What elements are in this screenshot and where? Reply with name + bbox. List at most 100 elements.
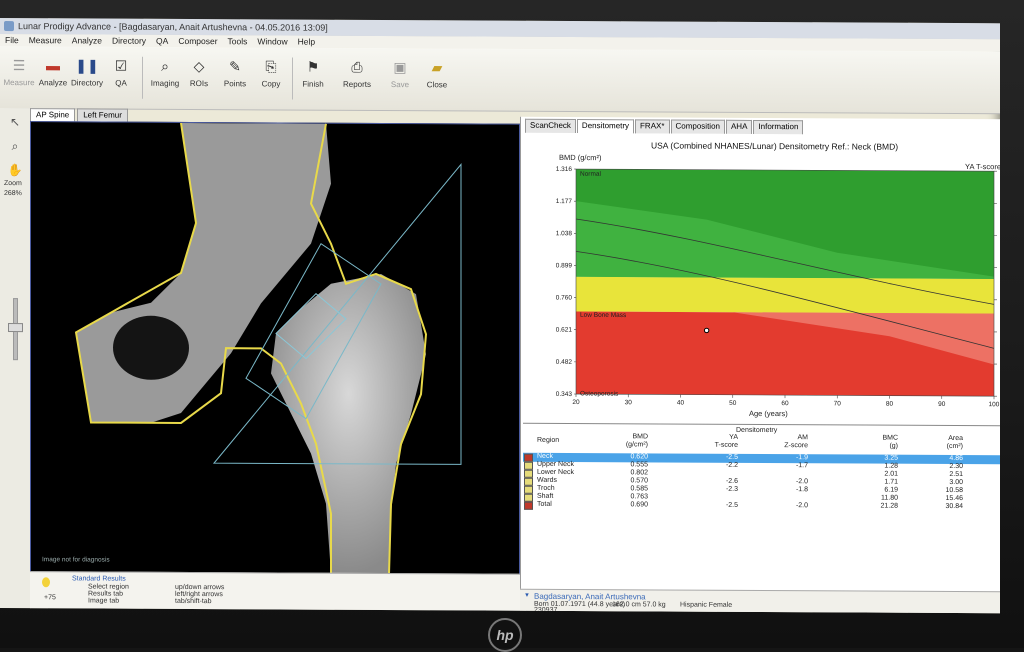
finish-button[interactable]: ⚑Finish	[296, 52, 330, 106]
zoom-tool-icon[interactable]: ⌕	[5, 136, 25, 156]
patient-height-weight: 162.0 cm 57.0 kg	[612, 601, 666, 608]
table-divider	[523, 423, 1000, 427]
printer-icon: ⎙	[348, 58, 366, 76]
patient-data-point	[704, 328, 708, 332]
toolbar: ☰Measure ▬Analyze ❚❚Directory ☑QA ⌕Imagi…	[0, 46, 1000, 114]
directory-button[interactable]: ❚❚Directory	[70, 50, 104, 104]
area-cell: 2.30	[949, 463, 963, 470]
x-axis-label: Age (years)	[749, 409, 788, 418]
window-title: Lunar Prodigy Advance - [Bagdasaryan, An…	[18, 21, 328, 33]
column-header: BMC	[882, 435, 898, 442]
status-key-3: tab/shift-tab	[175, 598, 212, 605]
column-header: (g)	[889, 443, 898, 450]
bmd-cell: 0.802	[630, 469, 648, 476]
save-button[interactable]: ▣Save	[383, 52, 417, 106]
area-cell: 10.58	[945, 487, 963, 494]
bmc-cell: 21.28	[880, 503, 898, 510]
menu-file[interactable]: File	[5, 35, 19, 45]
toolbar-separator	[292, 58, 293, 100]
menu-help[interactable]: Help	[298, 37, 315, 47]
bmd-cell: 0.763	[630, 493, 648, 500]
status-title: Standard Results	[72, 575, 126, 582]
bmc-cell: 6.19	[884, 487, 898, 494]
reports-button[interactable]: ⎙Reports	[340, 52, 374, 106]
densitometry-chart: NormalLow Bone MassOsteoporosis1.3161.17…	[521, 117, 1000, 420]
bmc-cell: 1.28	[884, 463, 898, 470]
measure-button[interactable]: ☰Measure	[2, 50, 36, 104]
menu-analyze[interactable]: Analyze	[72, 35, 102, 45]
menu-tools[interactable]: Tools	[228, 36, 248, 46]
table-row[interactable]: Total0.690-2.5-2.021.2830.84	[523, 501, 1000, 513]
x-tick-label: 70	[834, 400, 842, 407]
toolbar-separator	[142, 57, 143, 99]
z-score-cell: -1.8	[796, 486, 808, 493]
region-cell: Neck	[537, 453, 553, 460]
save-disk-icon: ▣	[391, 58, 409, 76]
obturator-foramen	[113, 316, 189, 380]
bmc-cell: 3.25	[884, 455, 898, 462]
column-header: Area	[948, 435, 963, 442]
area-cell: 4.86	[949, 455, 963, 462]
menu-directory[interactable]: Directory	[112, 36, 146, 46]
left-tool-strip: ↖ ⌕ ✋ Zoom 268%	[0, 108, 31, 608]
column-header: (g/cm²)	[626, 441, 648, 448]
y-tick-label: 0.482	[556, 359, 573, 366]
close-button[interactable]: ▰Close	[420, 52, 454, 106]
scan-image-panel[interactable]	[30, 121, 520, 576]
pointer-tool-icon[interactable]: ↖	[5, 112, 25, 132]
area-cell: 3.00	[949, 479, 963, 486]
analyze-icon: ▬	[44, 56, 62, 74]
t-score-cell: -2.5	[726, 454, 738, 461]
rois-icon: ◇	[190, 57, 208, 75]
menu-window[interactable]: Window	[257, 36, 287, 46]
t-score-cell: -2.5	[726, 502, 738, 509]
tab-ap-spine[interactable]: AP Spine	[30, 108, 75, 121]
measure-icon: ☰	[10, 56, 28, 74]
rois-button[interactable]: ◇ROIs	[182, 51, 216, 105]
area-cell: 2.51	[949, 471, 963, 478]
band-label: Normal	[580, 171, 602, 178]
status-line-3: Image tab	[88, 597, 119, 604]
t-score-cell: -2.6	[726, 478, 738, 485]
x-tick-label: 50	[729, 400, 737, 407]
region-cell: Lower Neck	[537, 469, 574, 476]
menu-measure[interactable]: Measure	[29, 35, 62, 45]
qa-button[interactable]: ☑QA	[104, 51, 138, 105]
column-header: YA	[729, 434, 738, 441]
column-header: T-score	[715, 442, 738, 449]
bmd-cell: 0.620	[630, 453, 648, 460]
menu-qa[interactable]: QA	[156, 36, 168, 46]
points-icon: ✎	[226, 57, 244, 75]
bmc-cell: 1.71	[884, 479, 898, 486]
column-header: Z-score	[784, 442, 808, 449]
region-cell: Shaft	[537, 493, 553, 500]
area-cell: 15.46	[945, 495, 963, 502]
pan-hand-icon[interactable]: ✋	[5, 160, 25, 180]
tab-left-femur[interactable]: Left Femur	[77, 108, 128, 121]
imaging-button[interactable]: ⌕Imaging	[148, 51, 182, 105]
zoom-slider-handle[interactable]	[8, 323, 23, 332]
application-window: Lunar Prodigy Advance - [Bagdasaryan, An…	[0, 18, 1000, 613]
analyze-button[interactable]: ▬Analyze	[36, 50, 70, 104]
menu-composer[interactable]: Composer	[178, 36, 217, 46]
y-tick-label: 0.899	[556, 262, 573, 269]
region-cell: Upper Neck	[537, 461, 574, 468]
x-tick-label: 100	[989, 401, 1000, 408]
points-button[interactable]: ✎Points	[218, 51, 252, 105]
copy-button[interactable]: ⎘Copy	[254, 51, 288, 105]
x-tick-label: 30	[625, 399, 633, 406]
z-score-cell: -1.9	[796, 454, 808, 461]
region-cell: Troch	[537, 485, 555, 492]
column-header: Region	[537, 437, 559, 444]
band-label: Low Bone Mass	[580, 312, 627, 319]
lightbulb-icon	[42, 577, 50, 587]
patient-info-bar: ▼ Bagdasaryan, Anait Artushevna Born 01.…	[520, 589, 1000, 614]
y-tick-label: 1.316	[556, 166, 573, 173]
app-icon	[4, 21, 14, 31]
x-tick-label: 60	[781, 400, 789, 407]
z-score-cell: -2.0	[796, 502, 808, 509]
x-tick-label: 20	[572, 399, 580, 406]
bmd-cell: 0.690	[630, 501, 648, 508]
bmd-cell: 0.585	[630, 485, 648, 492]
region-cell: Total	[537, 501, 552, 508]
